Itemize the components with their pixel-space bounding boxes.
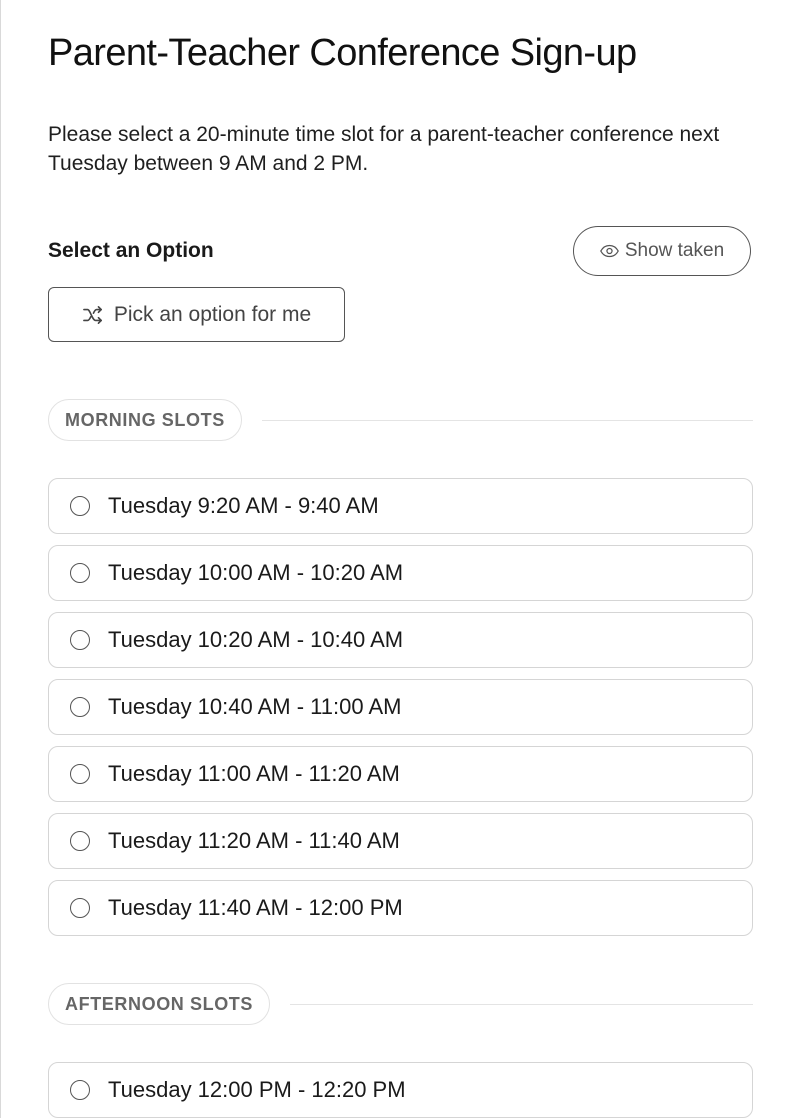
radio-button[interactable] xyxy=(70,764,90,784)
slot-label: Tuesday 9:20 AM - 9:40 AM xyxy=(108,493,379,518)
eye-icon xyxy=(600,244,619,258)
radio-button[interactable] xyxy=(70,630,90,650)
show-taken-button[interactable]: Show taken xyxy=(573,226,751,276)
slot-option[interactable]: Tuesday 9:20 AM - 9:40 AM xyxy=(48,478,753,534)
radio-button[interactable] xyxy=(70,898,90,918)
slot-label: Tuesday 10:40 AM - 11:00 AM xyxy=(108,694,402,719)
slot-option[interactable]: Tuesday 10:40 AM - 11:00 AM xyxy=(48,679,753,735)
section-divider xyxy=(290,1003,753,1005)
radio-button[interactable] xyxy=(70,1080,90,1100)
slot-option[interactable]: Tuesday 11:20 AM - 11:40 AM xyxy=(48,813,753,869)
slot-option[interactable]: Tuesday 12:00 PM - 12:20 PM xyxy=(48,1062,753,1118)
slot-label: Tuesday 11:00 AM - 11:20 AM xyxy=(108,761,400,786)
slot-option[interactable]: Tuesday 11:40 AM - 12:00 PM xyxy=(48,880,753,936)
slot-option[interactable]: Tuesday 10:00 AM - 10:20 AM xyxy=(48,545,753,601)
page-left-border xyxy=(0,0,1,1118)
show-taken-label: Show taken xyxy=(624,240,725,261)
slot-label: Tuesday 11:40 AM - 12:00 PM xyxy=(108,895,403,920)
slot-option[interactable]: Tuesday 10:20 AM - 10:40 AM xyxy=(48,612,753,668)
pick-option-button[interactable]: Pick an option for me xyxy=(48,287,345,342)
radio-button[interactable] xyxy=(70,697,90,717)
morning-section-header: MORNING SLOTS xyxy=(48,398,753,442)
shuffle-icon xyxy=(82,305,104,325)
radio-button[interactable] xyxy=(70,831,90,851)
slot-label: Tuesday 12:00 PM - 12:20 PM xyxy=(108,1077,406,1102)
page-description: Please select a 20-minute time slot for … xyxy=(48,123,720,175)
select-option-heading: Select an Option xyxy=(48,239,214,262)
slot-label: Tuesday 10:20 AM - 10:40 AM xyxy=(108,627,404,652)
page-title: Parent-Teacher Conference Sign-up xyxy=(48,32,637,74)
slot-option[interactable]: Tuesday 11:00 AM - 11:20 AM xyxy=(48,746,753,802)
slot-label: Tuesday 11:20 AM - 11:40 AM xyxy=(108,828,400,853)
radio-button[interactable] xyxy=(70,496,90,516)
afternoon-section-label: AFTERNOON SLOTS xyxy=(48,983,270,1025)
afternoon-section-header: AFTERNOON SLOTS xyxy=(48,982,753,1026)
pick-option-label: Pick an option for me xyxy=(113,302,312,326)
section-divider xyxy=(261,419,753,421)
radio-button[interactable] xyxy=(70,563,90,583)
slot-label: Tuesday 10:00 AM - 10:20 AM xyxy=(108,560,404,585)
morning-section-label: MORNING SLOTS xyxy=(48,399,242,441)
